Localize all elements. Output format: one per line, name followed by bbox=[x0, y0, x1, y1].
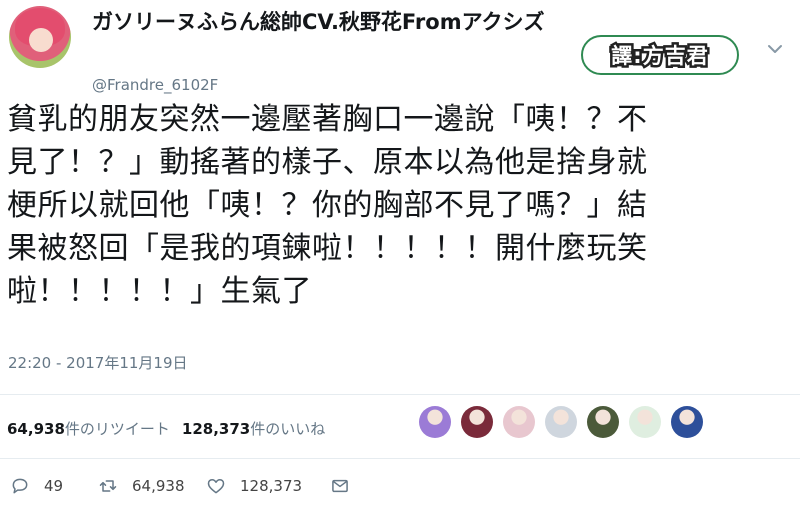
tweet-timestamp[interactable]: 22:20 - 2017年11月19日 bbox=[8, 352, 188, 373]
reply-button[interactable]: 49 bbox=[10, 476, 98, 496]
likes-label[interactable]: 件のいいね bbox=[250, 420, 325, 438]
tweet-text: 貧乳的朋友突然一邊壓著胸口一邊說「咦！？不 見了！？」動搖著的樣子、原本以為他是… bbox=[7, 98, 799, 313]
liker-avatar[interactable] bbox=[587, 406, 619, 438]
tweet-line: 貧乳的朋友突然一邊壓著胸口一邊說「咦！？不 bbox=[7, 102, 648, 137]
reply-icon bbox=[12, 478, 28, 494]
action-bar: 49 64,938 128,373 bbox=[10, 476, 350, 496]
translator-label: 譯:方吉君 bbox=[609, 42, 710, 71]
avatar[interactable] bbox=[9, 6, 71, 68]
retweet-button[interactable]: 64,938 bbox=[98, 476, 206, 496]
dm-button[interactable] bbox=[330, 476, 350, 496]
dm-icon bbox=[332, 479, 348, 493]
liker-avatar[interactable] bbox=[629, 406, 661, 438]
like-count: 128,373 bbox=[240, 477, 303, 495]
tweet-line: 啦！！！！！」生氣了 bbox=[7, 274, 312, 309]
like-button[interactable]: 128,373 bbox=[206, 476, 330, 496]
divider bbox=[0, 394, 800, 395]
divider bbox=[0, 458, 800, 459]
translator-badge: 譯:方吉君 bbox=[581, 35, 739, 75]
like-icon bbox=[207, 479, 225, 494]
likes-count[interactable]: 128,373 bbox=[182, 420, 250, 438]
retweet-icon bbox=[99, 480, 117, 492]
reply-count: 49 bbox=[44, 477, 64, 495]
retweets-label[interactable]: 件のリツイート bbox=[65, 420, 170, 438]
liker-avatar[interactable] bbox=[419, 406, 451, 438]
tweet-line: 果被怒回「是我的項鍊啦！！！！！開什麼玩笑 bbox=[7, 231, 648, 266]
liker-avatar[interactable] bbox=[503, 406, 535, 438]
handle[interactable]: @Frandre_6102F bbox=[92, 76, 218, 94]
display-name[interactable]: ガソリーヌふらん総帥CV.秋野花Fromアクシズ bbox=[92, 6, 545, 36]
liker-avatars bbox=[419, 406, 703, 438]
retweets-count[interactable]: 64,938 bbox=[7, 420, 65, 438]
tweet-line: 梗所以就回他「咦！？你的胸部不見了嗎？」結 bbox=[7, 188, 648, 223]
liker-avatar[interactable] bbox=[461, 406, 493, 438]
engagement-stats: 64,938件のリツイート 128,373件のいいね bbox=[7, 418, 325, 439]
liker-avatar[interactable] bbox=[671, 406, 703, 438]
tweet-line: 見了！？」動搖著的樣子、原本以為他是捨身就 bbox=[7, 145, 648, 180]
liker-avatar[interactable] bbox=[545, 406, 577, 438]
chevron-down-icon[interactable] bbox=[766, 40, 784, 58]
retweet-count: 64,938 bbox=[132, 477, 185, 495]
